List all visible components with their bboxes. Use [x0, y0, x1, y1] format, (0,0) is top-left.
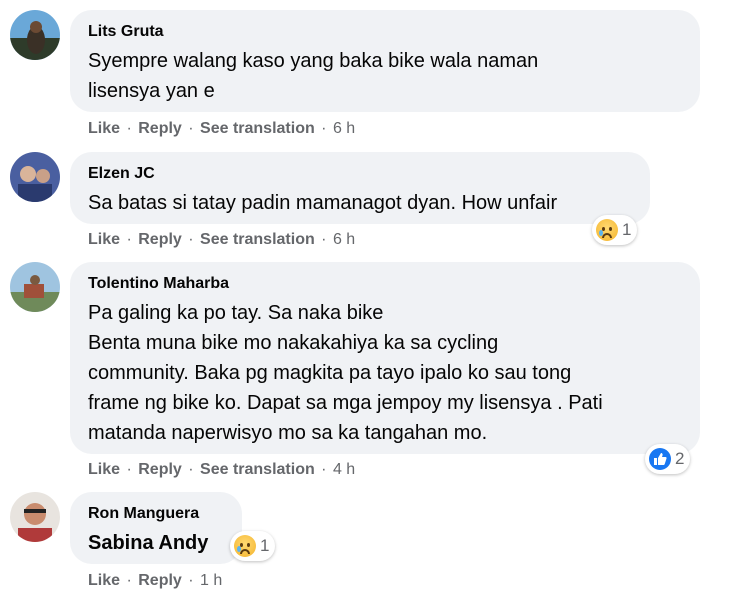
- avatar[interactable]: [10, 152, 60, 202]
- see-translation-link[interactable]: See translation: [200, 231, 315, 248]
- comment-bubble: Lits Gruta Syempre walang kaso yang baka…: [70, 10, 700, 112]
- reply-link[interactable]: Reply: [138, 461, 182, 478]
- sad-reaction-icon: [234, 535, 256, 557]
- reaction-summary[interactable]: 1: [592, 215, 638, 245]
- reply-link[interactable]: Reply: [138, 120, 182, 137]
- comment-author[interactable]: Ron Manguera: [88, 504, 224, 524]
- see-translation-link[interactable]: See translation: [200, 120, 315, 137]
- see-translation-link[interactable]: See translation: [200, 461, 315, 478]
- comment-bubble: Tolentino Maharba Pa galing ka po tay. S…: [70, 262, 700, 454]
- like-link[interactable]: Like: [88, 120, 120, 137]
- comment-bubble: Elzen JC Sa batas si tatay padin mamanag…: [70, 152, 650, 224]
- reply-link[interactable]: Reply: [138, 572, 182, 589]
- sad-reaction-icon: [596, 219, 618, 241]
- mentioned-name-link[interactable]: Sabina Andy: [88, 528, 224, 558]
- comment-timestamp[interactable]: 4 h: [333, 461, 355, 478]
- like-link[interactable]: Like: [88, 231, 120, 248]
- like-reaction-icon: [649, 448, 671, 470]
- avatar[interactable]: [10, 10, 60, 60]
- reaction-summary[interactable]: 2: [645, 444, 691, 474]
- comment-author[interactable]: Tolentino Maharba: [88, 274, 682, 294]
- avatar[interactable]: [10, 492, 60, 542]
- comment-text: Sa batas si tatay padin mamanagot dyan. …: [88, 192, 558, 214]
- comment-timestamp[interactable]: 1 h: [200, 572, 222, 589]
- comment-actions: Like · Reply · See translation · 6 h: [88, 231, 356, 248]
- comment-actions: Like · Reply · See translation · 4 h: [88, 461, 356, 478]
- comment-actions: Like · Reply · See translation · 6 h: [88, 120, 356, 137]
- comment-timestamp[interactable]: 6 h: [333, 231, 355, 248]
- comment-author[interactable]: Elzen JC: [88, 164, 632, 184]
- like-link[interactable]: Like: [88, 461, 120, 478]
- reply-link[interactable]: Reply: [138, 231, 182, 248]
- reaction-count: 2: [675, 449, 685, 468]
- reaction-summary[interactable]: 1: [230, 531, 276, 561]
- avatar[interactable]: [10, 262, 60, 312]
- comment-text: Syempre walang kaso yang baka bike wala …: [88, 50, 539, 102]
- like-link[interactable]: Like: [88, 572, 120, 589]
- reaction-count: 1: [260, 536, 270, 555]
- comment-timestamp[interactable]: 6 h: [333, 120, 355, 137]
- comment-text: Pa galing ka po tay. Sa naka bike Benta …: [88, 302, 603, 444]
- comment-actions: Like · Reply · 1 h: [88, 572, 223, 589]
- comment-bubble: Ron Manguera Sabina Andy: [70, 492, 242, 564]
- reaction-count: 1: [622, 220, 632, 239]
- comment-author[interactable]: Lits Gruta: [88, 22, 682, 42]
